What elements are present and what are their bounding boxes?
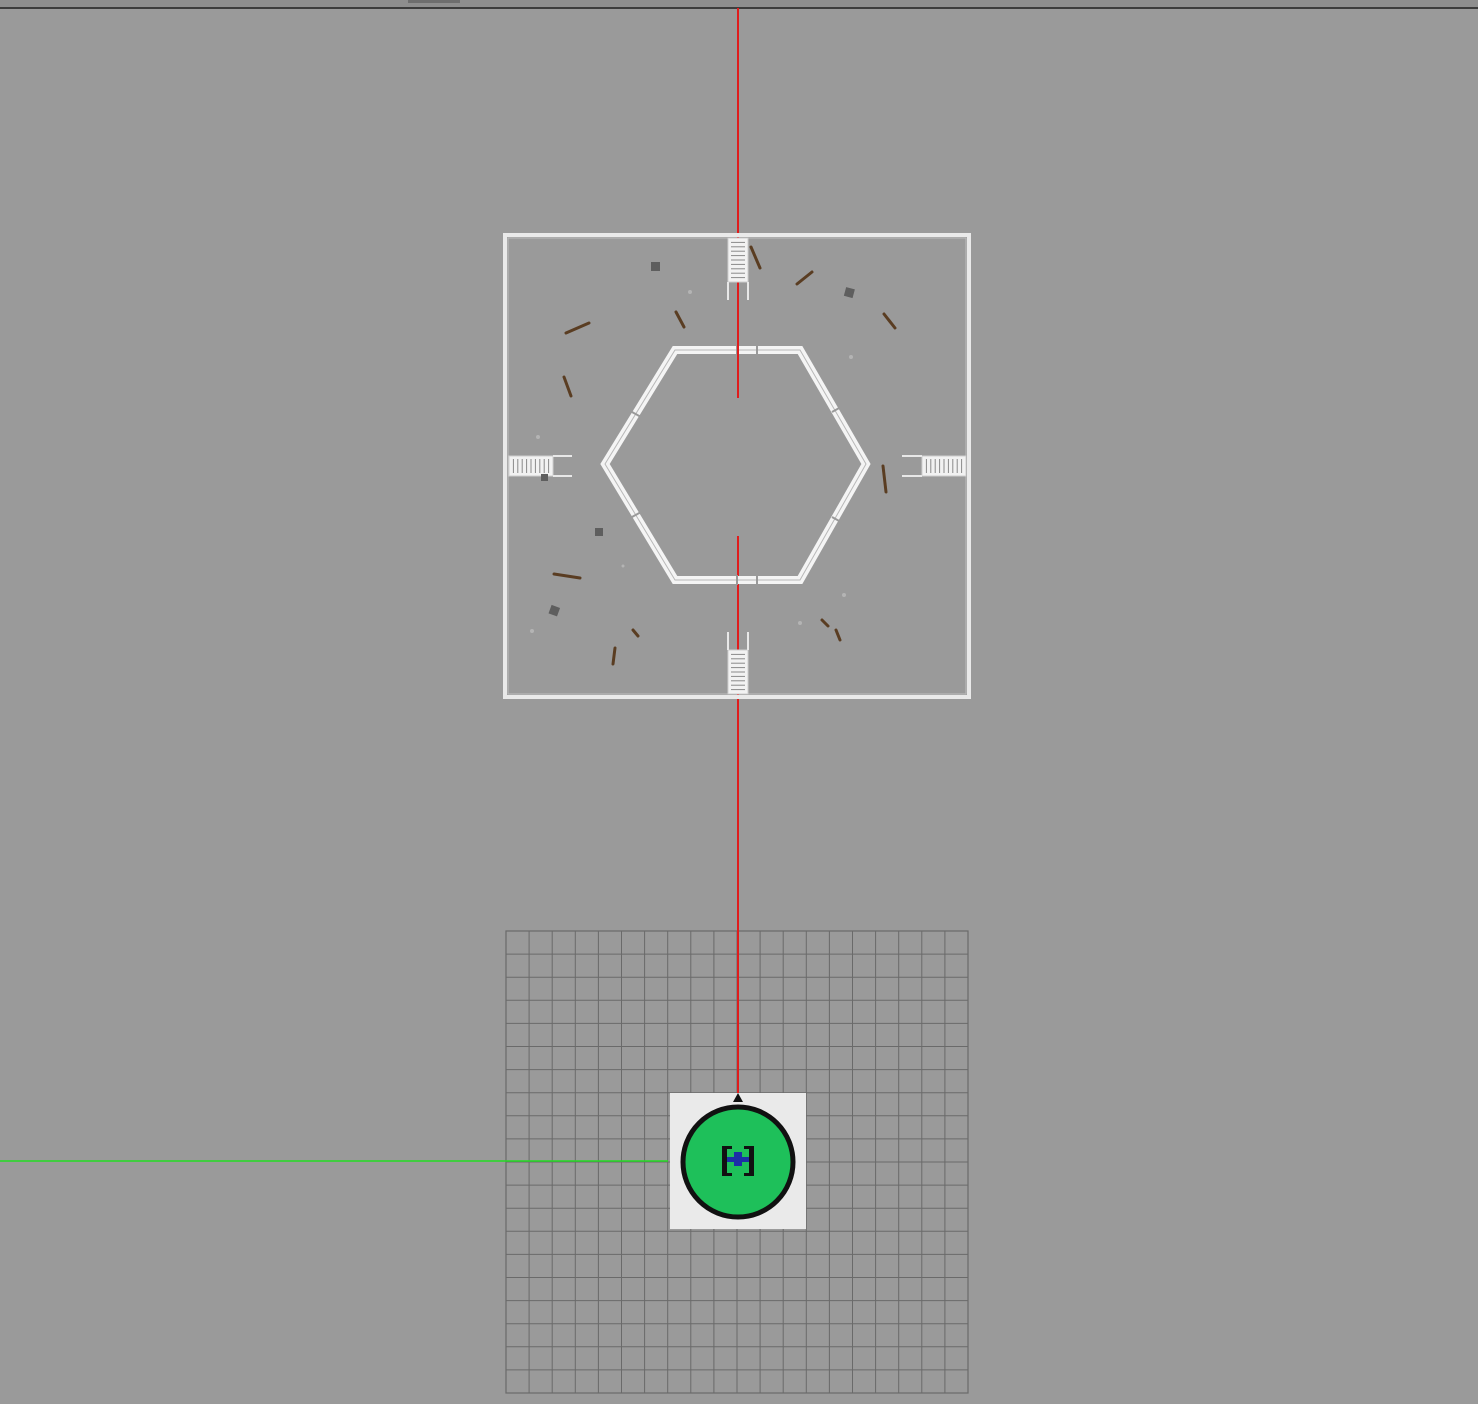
scene-canvas[interactable] <box>0 0 1478 1404</box>
scene-viewport[interactable] <box>0 0 1478 1404</box>
player-marker[interactable] <box>670 1093 806 1229</box>
stairs-west <box>508 455 572 477</box>
stairs-east <box>902 455 967 477</box>
hexagon-ring <box>600 345 871 585</box>
debris <box>530 245 897 666</box>
